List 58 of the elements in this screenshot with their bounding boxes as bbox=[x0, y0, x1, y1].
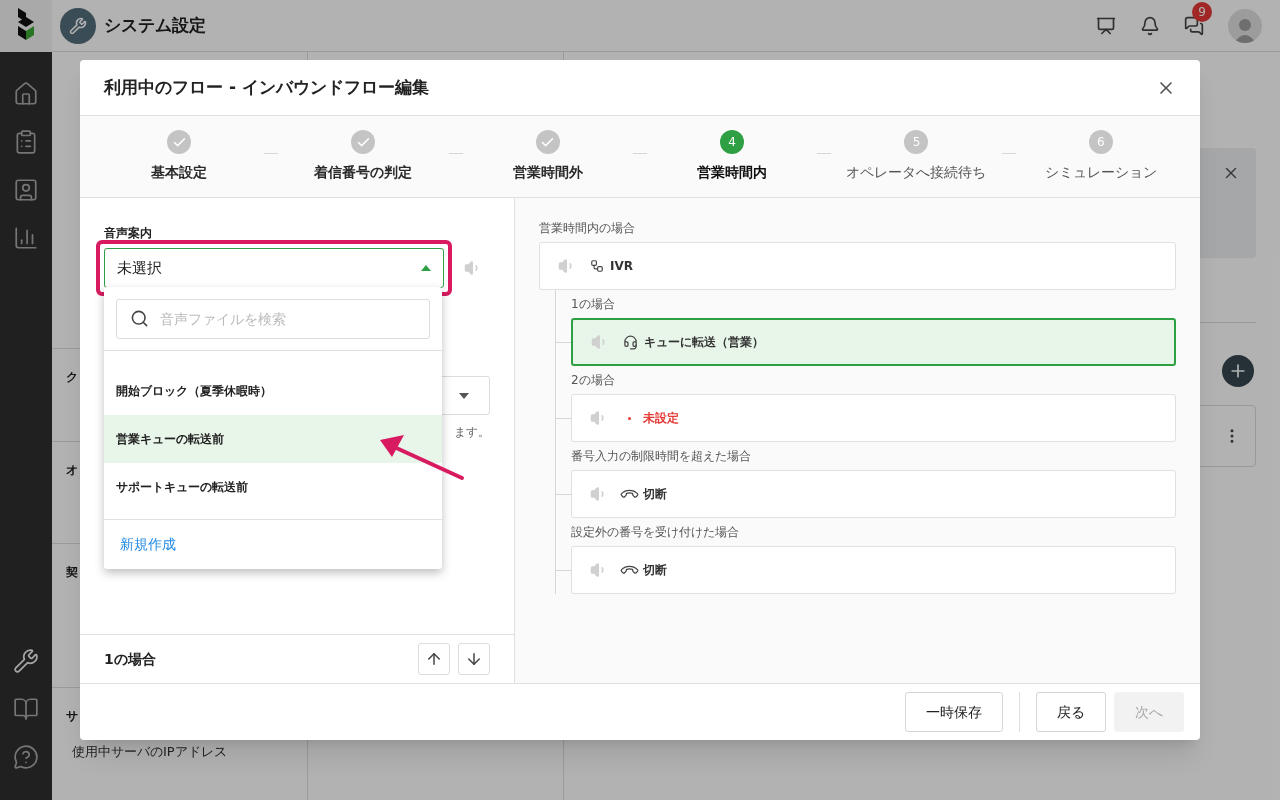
add-button[interactable] bbox=[1222, 355, 1254, 387]
dialog-title: 利用中のフロー - インバウンドフロー編集 bbox=[104, 75, 429, 99]
step-number: 6 bbox=[1088, 130, 1113, 154]
section-label: 営業時間内の場合 bbox=[539, 220, 636, 236]
nav-heading: 契 bbox=[66, 564, 78, 581]
dropdown-option[interactable]: 開始ブロック（夏季休暇時） bbox=[104, 367, 442, 415]
move-up-button[interactable] bbox=[418, 643, 450, 675]
chat-icon[interactable] bbox=[1184, 15, 1204, 36]
step-label: シミュレーション bbox=[1044, 163, 1157, 182]
nav-heading: ク bbox=[66, 369, 78, 386]
book-icon[interactable] bbox=[13, 696, 39, 722]
action-button[interactable]: 一時保存 bbox=[905, 692, 1003, 732]
branch-label: 1の場合 bbox=[571, 296, 616, 313]
bell-icon[interactable] bbox=[1140, 15, 1160, 36]
caret-icon bbox=[459, 392, 469, 399]
create-link[interactable]: 新規作成 bbox=[120, 534, 176, 555]
list-icon[interactable] bbox=[13, 129, 39, 155]
step-label: 着信番号の判定 bbox=[314, 163, 413, 182]
branch-card[interactable]: キューに転送（営業） bbox=[571, 318, 1176, 366]
ivr-card[interactable]: IVR bbox=[539, 242, 1176, 290]
arrow-down-icon bbox=[465, 650, 483, 668]
step-number: 4 bbox=[720, 130, 745, 154]
hint-text: ます。 bbox=[454, 424, 490, 441]
page-title: システム設定 bbox=[104, 13, 206, 37]
notification-count: 9 bbox=[1192, 1, 1212, 22]
case-label: 1の場合 bbox=[104, 649, 156, 669]
caret-icon bbox=[421, 265, 431, 271]
step-label: 営業時間内 bbox=[697, 163, 768, 182]
help-icon[interactable] bbox=[13, 744, 39, 770]
step-label: オペレータへ接続待ち bbox=[846, 163, 987, 182]
contact-icon[interactable] bbox=[13, 177, 39, 203]
chart-icon[interactable] bbox=[13, 225, 39, 251]
branch-label: 設定外の番号を受け付けた場合 bbox=[571, 524, 740, 541]
branch-card[interactable]: 切断 bbox=[571, 546, 1176, 594]
step-label: 営業時間外 bbox=[512, 163, 583, 182]
branch-card[interactable]: 未設定 bbox=[571, 394, 1176, 442]
search-icon bbox=[130, 309, 149, 328]
home-icon[interactable] bbox=[13, 81, 39, 107]
ivr-icon bbox=[590, 259, 604, 273]
dropdown-option[interactable]: サポートキューの転送前 bbox=[104, 463, 442, 511]
nav-heading: サ bbox=[66, 708, 78, 725]
search-field[interactable]: 音声ファイルを検索 bbox=[116, 299, 430, 339]
board-icon[interactable] bbox=[1096, 15, 1116, 36]
branch-label: 2の場合 bbox=[571, 372, 616, 389]
step-label: 基本設定 bbox=[151, 163, 208, 182]
headset-icon bbox=[623, 334, 638, 350]
step-number: 5 bbox=[904, 130, 929, 154]
branch-label: 番号入力の制限時間を超えた場合 bbox=[571, 448, 752, 465]
avatar[interactable] bbox=[1228, 8, 1262, 43]
branch-card[interactable]: 切断 bbox=[571, 470, 1176, 518]
nav-heading: オ bbox=[66, 462, 78, 479]
wrench-icon[interactable] bbox=[13, 648, 39, 674]
dropdown-option[interactable]: 営業キューの転送前 bbox=[104, 415, 442, 463]
move-down-button[interactable] bbox=[458, 643, 490, 675]
audio-select[interactable]: 未選択 bbox=[104, 248, 444, 288]
wrench-icon bbox=[69, 16, 87, 35]
field-label: 音声案内 bbox=[104, 226, 153, 240]
action-button[interactable]: 戻る bbox=[1036, 692, 1106, 732]
